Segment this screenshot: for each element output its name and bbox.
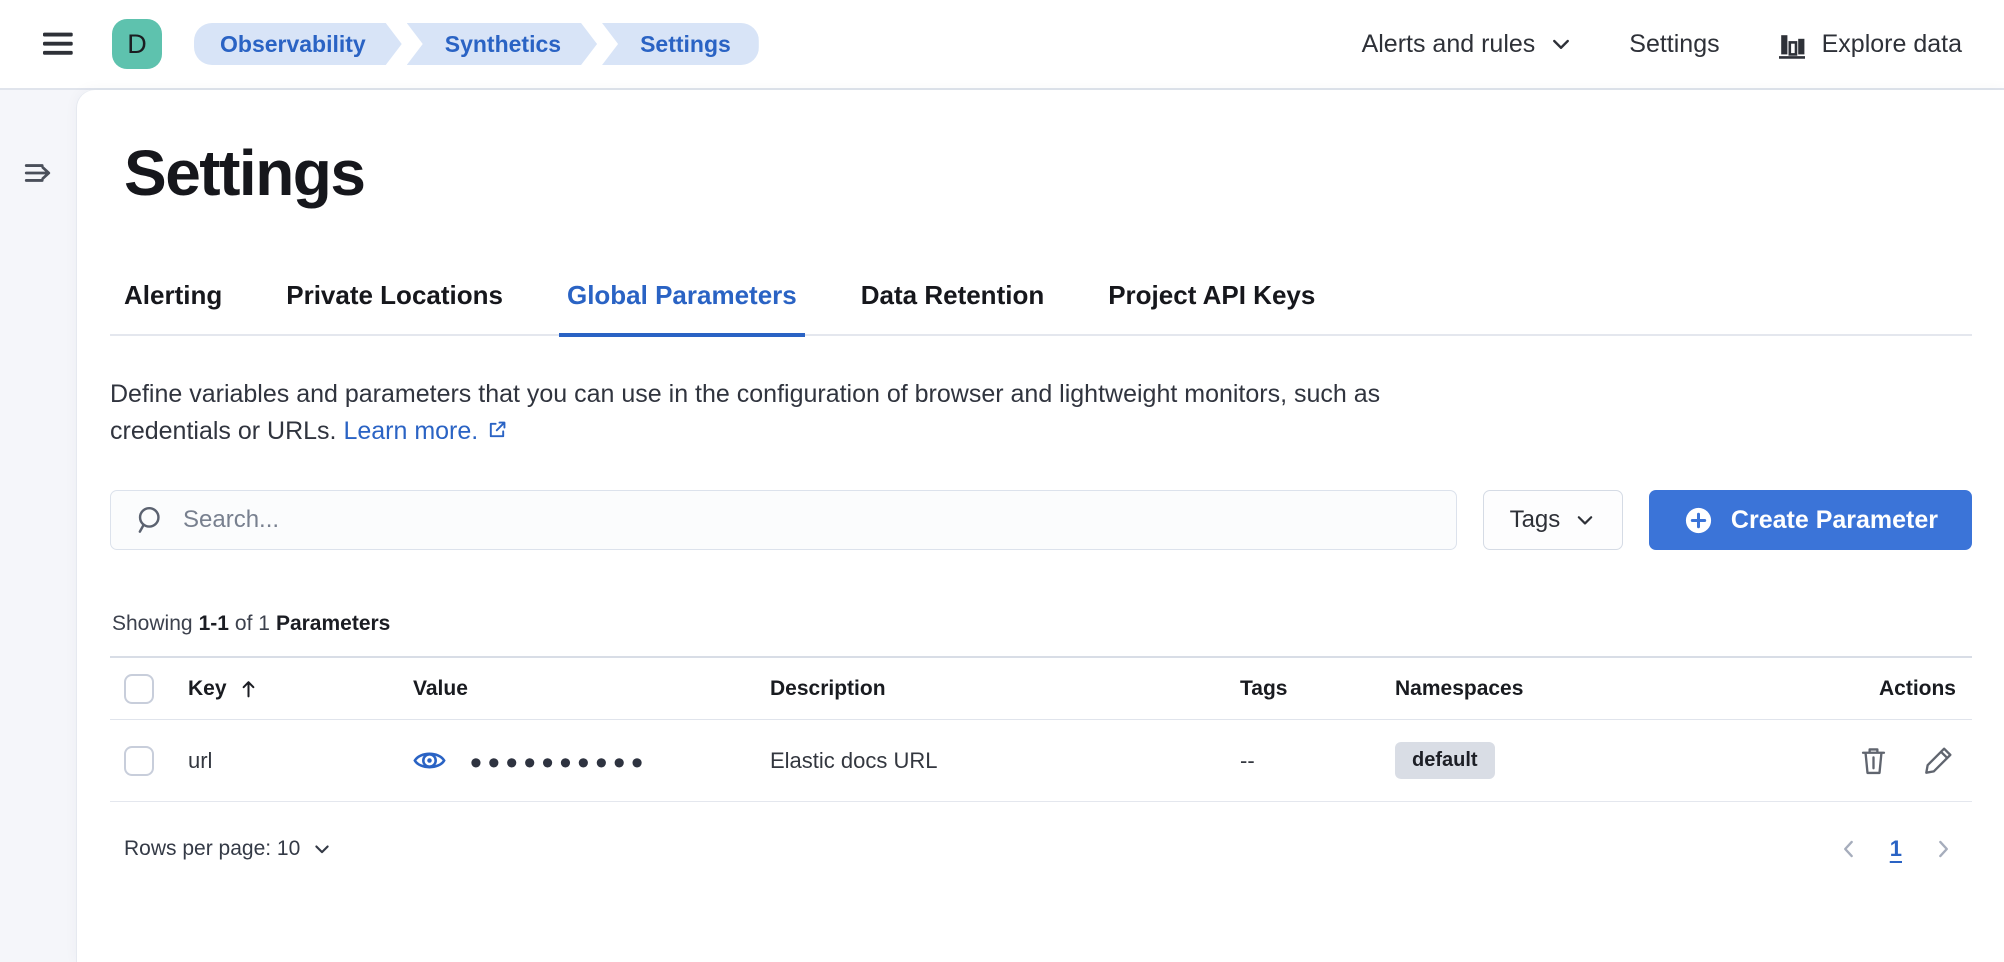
chevron-right-icon (1930, 836, 1956, 862)
column-header-tags: Tags (1226, 677, 1381, 701)
rows-per-page-label: Rows per page: 10 (124, 837, 300, 861)
page-title: Settings (124, 136, 1972, 210)
row-key-cell: url (174, 748, 399, 774)
description-line1: Define variables and parameters that you… (110, 380, 1380, 408)
expand-sidebar-button[interactable] (22, 156, 56, 192)
table-footer: Rows per page: 10 1 (110, 836, 1972, 862)
collapsed-sidebar (0, 90, 77, 962)
tags-filter-button[interactable]: Tags (1483, 490, 1623, 550)
nav-explore-label: Explore data (1822, 30, 1962, 59)
pencil-icon (1923, 745, 1954, 776)
rows-per-page-button[interactable]: Rows per page: 10 (124, 837, 332, 861)
nav-explore-data[interactable]: Explore data (1776, 28, 1962, 60)
search-input[interactable] (183, 506, 1432, 534)
nav-alerts-and-rules[interactable]: Alerts and rules (1362, 30, 1574, 59)
chevron-down-icon (312, 839, 332, 859)
sort-ascending-icon (237, 677, 260, 700)
main-panel: Settings Alerting Private Locations Glob… (77, 90, 2004, 962)
breadcrumb-observability[interactable]: Observability (194, 23, 402, 65)
breadcrumb-settings[interactable]: Settings (602, 23, 759, 65)
column-key-label: Key (188, 677, 227, 701)
delete-parameter-button[interactable] (1858, 745, 1889, 776)
trash-icon (1858, 745, 1889, 776)
table-header-row: Key Value Description Tags Namespaces Ac… (110, 656, 1972, 720)
search-icon (135, 505, 165, 535)
chevron-left-icon (1836, 836, 1862, 862)
column-header-value: Value (399, 677, 756, 701)
previous-page-button[interactable] (1836, 836, 1862, 862)
row-description-cell: Elastic docs URL (756, 748, 1226, 774)
table-summary: Showing 1-1 of 1 Parameters (110, 612, 1972, 636)
column-header-actions: Actions (1822, 677, 1972, 701)
nav-settings[interactable]: Settings (1629, 30, 1719, 59)
page-description: Define variables and parameters that you… (110, 376, 1910, 450)
reveal-value-button[interactable] (413, 744, 446, 777)
top-header-right: Alerts and rules Settings Explore data (1362, 28, 1962, 60)
tab-data-retention[interactable]: Data Retention (853, 280, 1052, 337)
external-link-icon (486, 419, 508, 441)
menu-icon[interactable] (40, 28, 78, 60)
tab-global-parameters[interactable]: Global Parameters (559, 280, 805, 337)
summary-range: 1-1 (199, 612, 229, 636)
breadcrumb-synthetics[interactable]: Synthetics (407, 23, 597, 65)
row-select-cell (110, 746, 174, 776)
pagination: 1 (1836, 836, 1956, 862)
row-namespaces-cell: default (1381, 742, 1822, 779)
top-header: D Observability Synthetics Settings Aler… (0, 0, 2004, 90)
hamburger-icon (40, 28, 78, 60)
chevron-down-icon (1549, 32, 1573, 56)
summary-entity: Parameters (276, 612, 390, 636)
next-page-button[interactable] (1930, 836, 1956, 862)
page-number-button[interactable]: 1 (1890, 836, 1902, 862)
summary-prefix: Showing (112, 612, 193, 636)
search-box (110, 490, 1457, 550)
select-all-checkbox[interactable] (124, 674, 154, 704)
select-all-cell (110, 674, 174, 704)
plus-in-circle-icon (1683, 505, 1714, 536)
row-actions-cell (1822, 745, 1972, 776)
tags-filter-label: Tags (1510, 506, 1561, 534)
column-header-description: Description (756, 677, 1226, 701)
create-parameter-button[interactable]: Create Parameter (1649, 490, 1972, 550)
masked-value: •••••••••• (470, 759, 649, 763)
avatar[interactable]: D (112, 19, 162, 69)
table-row: url •••••••••• Elastic docs URL -- (110, 720, 1972, 802)
edit-parameter-button[interactable] (1923, 745, 1954, 776)
tab-bar: Alerting Private Locations Global Parame… (110, 280, 1972, 336)
namespace-badge: default (1395, 742, 1495, 779)
app-root: D Observability Synthetics Settings Aler… (0, 0, 2004, 962)
chevron-down-icon (1574, 509, 1596, 531)
description-line2: credentials or URLs. (110, 417, 336, 445)
nav-alerts-label: Alerts and rules (1362, 30, 1536, 59)
tab-private-locations[interactable]: Private Locations (278, 280, 511, 337)
toolbar: Tags Create Parameter (110, 490, 1972, 550)
tab-project-api-keys[interactable]: Project API Keys (1100, 280, 1323, 337)
learn-more-link[interactable]: Learn more. (343, 417, 478, 445)
menu-right-icon (22, 156, 56, 190)
column-header-namespaces: Namespaces (1381, 677, 1822, 701)
row-value-cell: •••••••••• (399, 744, 756, 777)
summary-of: of 1 (235, 612, 270, 636)
row-checkbox[interactable] (124, 746, 154, 776)
column-header-key[interactable]: Key (174, 677, 399, 701)
create-parameter-label: Create Parameter (1731, 506, 1938, 535)
shell: Settings Alerting Private Locations Glob… (0, 90, 2004, 962)
breadcrumb: Observability Synthetics Settings (194, 23, 759, 65)
tab-alerting[interactable]: Alerting (116, 280, 230, 337)
bar-chart-icon (1776, 28, 1808, 60)
parameters-table: Key Value Description Tags Namespaces Ac… (110, 656, 1972, 802)
eye-icon (413, 744, 446, 777)
row-tags-cell: -- (1226, 748, 1381, 774)
top-header-left: D Observability Synthetics Settings (40, 19, 759, 69)
